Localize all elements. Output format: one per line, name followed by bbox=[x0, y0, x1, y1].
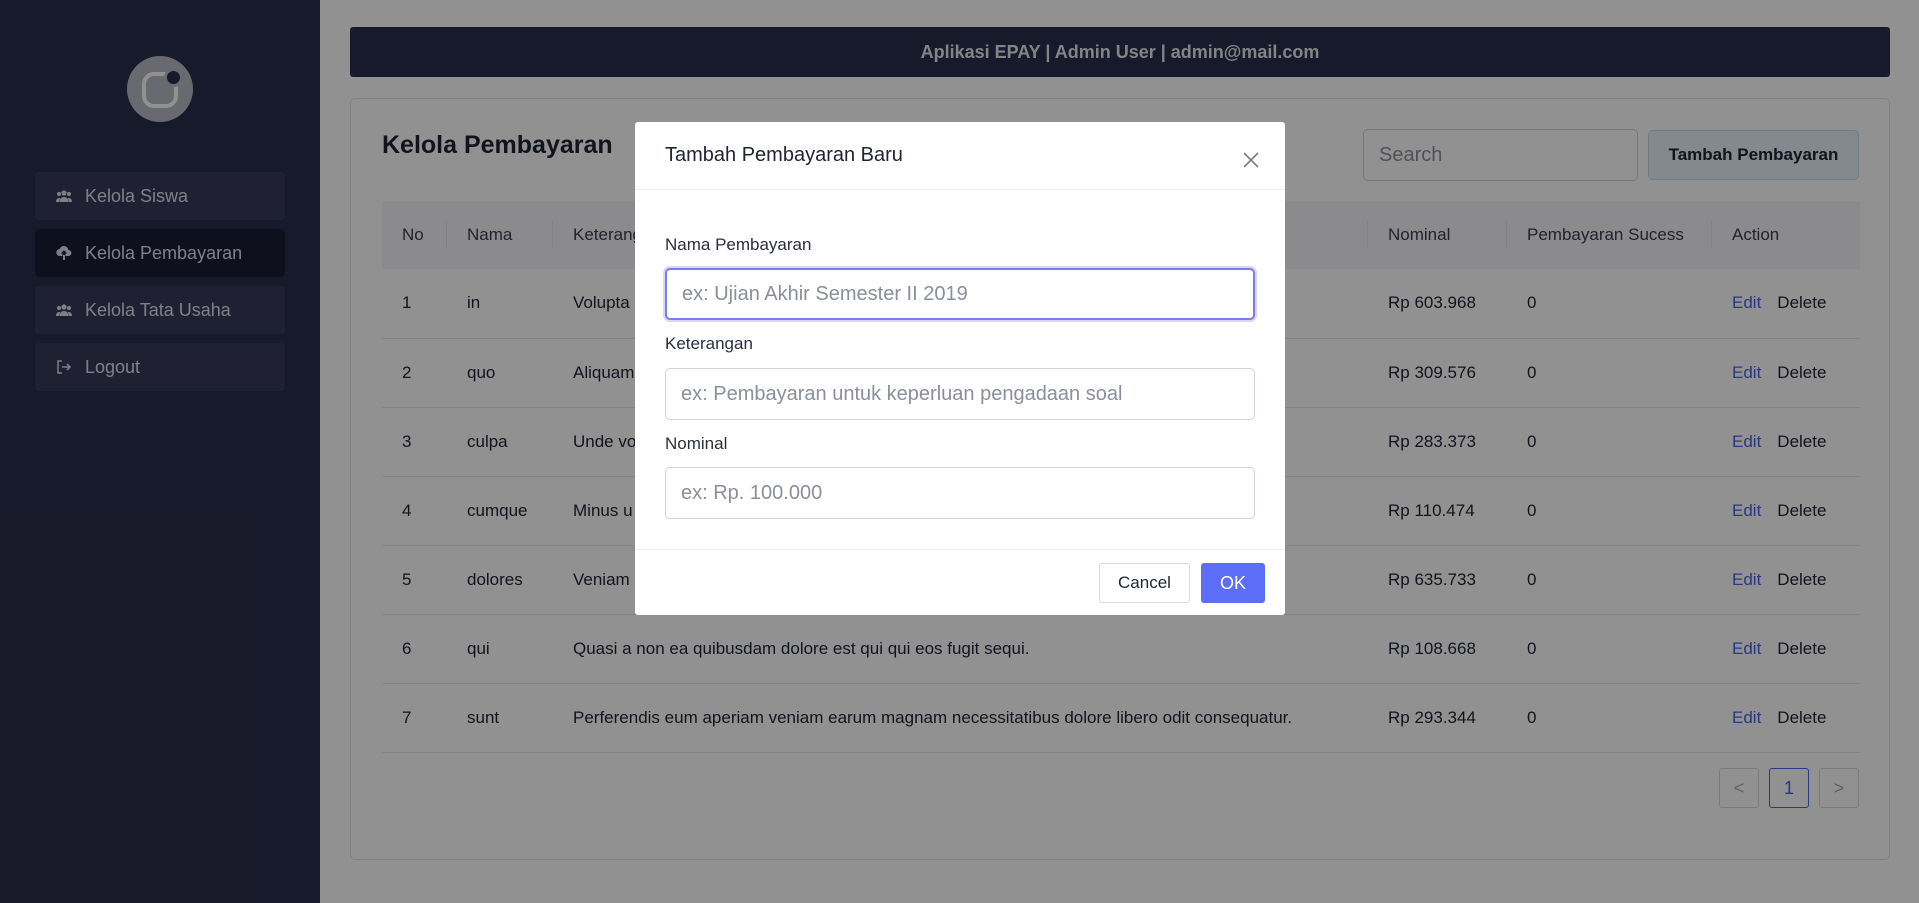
modal-title: Tambah Pembayaran Baru bbox=[665, 144, 903, 166]
nominal-label: Nominal bbox=[665, 434, 728, 453]
modal-footer: Cancel OK bbox=[635, 549, 1285, 615]
nama-pembayaran-input[interactable] bbox=[665, 268, 1255, 320]
cancel-button[interactable]: Cancel bbox=[1099, 563, 1190, 603]
ok-button[interactable]: OK bbox=[1201, 563, 1265, 603]
close-icon[interactable] bbox=[1240, 149, 1262, 171]
nama-pembayaran-label: Nama Pembayaran bbox=[665, 235, 812, 254]
keterangan-input[interactable] bbox=[665, 368, 1255, 420]
keterangan-label: Keterangan bbox=[665, 334, 753, 353]
nominal-input[interactable] bbox=[665, 467, 1255, 519]
add-payment-modal: Tambah Pembayaran Baru Nama Pembayaran K… bbox=[635, 122, 1285, 615]
modal-header: Tambah Pembayaran Baru bbox=[635, 122, 1285, 190]
